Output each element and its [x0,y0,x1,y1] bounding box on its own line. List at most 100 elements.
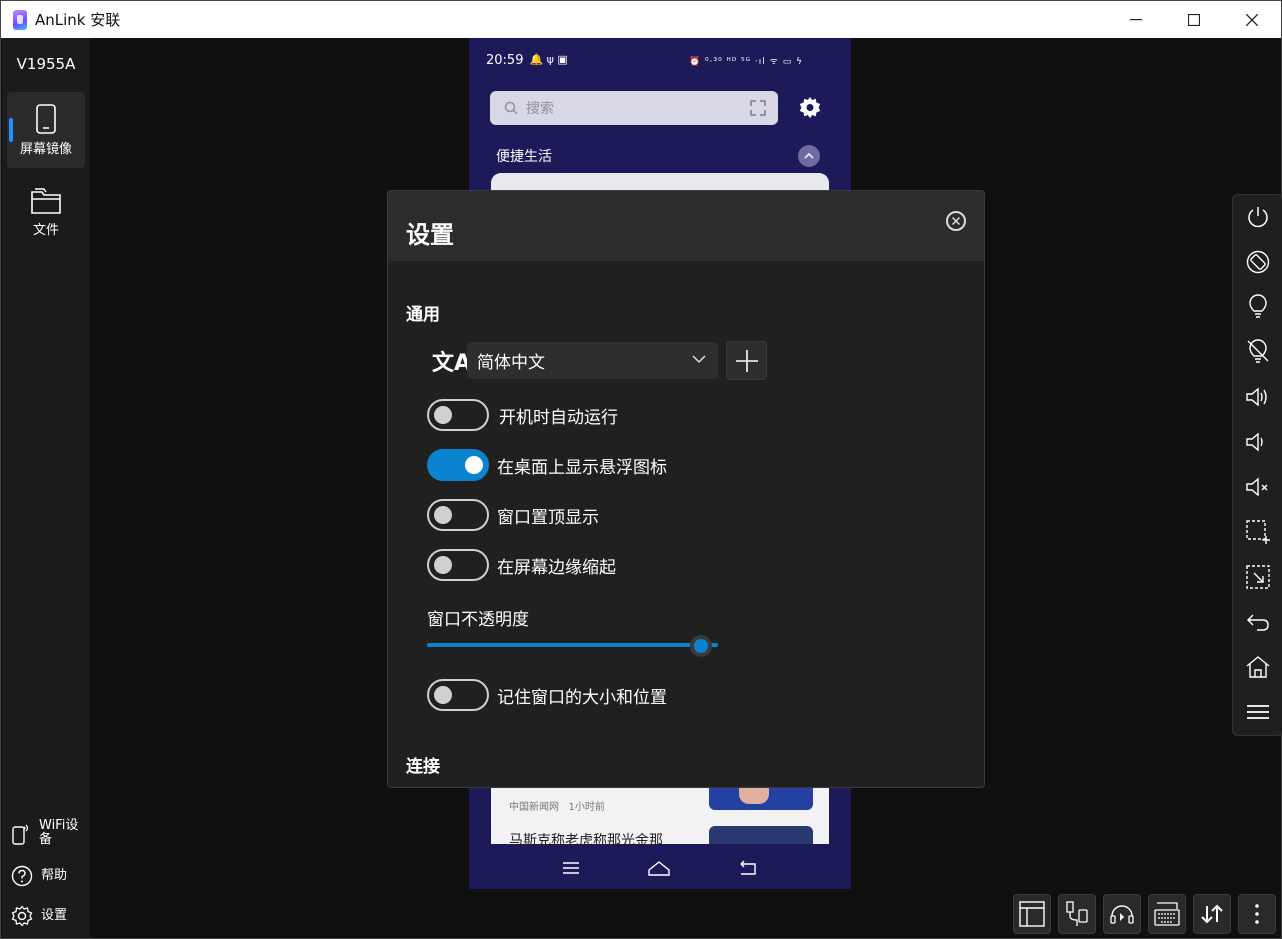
file-transfer-button[interactable] [1193,894,1231,934]
news-source: 中国新闻网 1小时前 [509,802,605,813]
gear-icon [11,905,33,927]
folder-icon [31,187,61,214]
opacity-label: 窗口不透明度 [427,610,529,630]
app-logo-icon [13,9,27,30]
close-window-button[interactable] [1223,1,1281,38]
phone-settings-icon[interactable] [798,96,822,126]
toggle-auto-start[interactable]: 开机时自动运行 [427,399,618,431]
gear-icon [799,97,821,118]
toggle-always-on-top[interactable]: 窗口置顶显示 [427,499,599,531]
chevron-up-icon [804,153,814,159]
toggle-switch[interactable] [427,549,489,581]
toggle-label: 窗口置顶显示 [497,507,599,528]
toggle-label: 记住窗口的大小和位置 [497,687,667,708]
region-screenshot-button[interactable] [1244,518,1272,546]
sidebar-item-label: 设置 [41,908,68,923]
wifi-device-icon [12,824,29,845]
menu-icon[interactable] [562,861,580,875]
volume-down-icon [1246,432,1263,452]
app-window: AnLink 安联 V1955A 屏幕镜像 文件 WiFi设备 帮助 设置 20… [0,0,1282,939]
toggle-edge-collapse[interactable]: 在屏幕边缘缩起 [427,549,616,581]
maximize-button[interactable] [1165,1,1223,38]
opacity-slider-thumb[interactable] [690,635,712,657]
region-screenshot-icon [1246,520,1270,544]
keyboard-icon [1154,902,1180,926]
toggle-floating-icon[interactable]: 在桌面上显示悬浮图标 [427,449,667,481]
screen-light-on-button[interactable] [1244,293,1272,321]
sidebar-item-label: 屏幕镜像 [19,141,72,157]
screenshot-button[interactable] [1244,563,1272,591]
rotate-button[interactable] [1244,248,1272,276]
minimize-icon [1130,18,1142,20]
light-on-icon [1249,294,1267,318]
back-button[interactable] [1244,608,1272,636]
device-name: V1955A [16,55,76,73]
home-button[interactable] [1244,653,1272,681]
toggle-switch[interactable] [427,449,489,481]
toggle-remember-window[interactable]: 记住窗口的大小和位置 [427,679,667,711]
layout-button[interactable] [1013,894,1051,934]
right-toolbar [1232,194,1282,736]
language-icon: 文A [432,351,472,376]
back-icon [1247,614,1269,631]
screen-light-off-button[interactable] [1244,338,1272,366]
toggle-label: 在屏幕边缘缩起 [497,557,616,578]
volume-up-icon [1246,387,1267,407]
power-button[interactable] [1244,203,1272,231]
toggle-switch[interactable] [427,679,489,711]
volume-up-button[interactable] [1244,383,1272,411]
audio-button[interactable] [1103,894,1141,934]
phone-nav-bar [469,846,851,889]
audio-icon [1110,905,1134,924]
section-general: 通用 [406,305,440,325]
toggle-label: 在桌面上显示悬浮图标 [497,457,667,478]
collapse-button[interactable] [798,145,820,167]
section-connection: 连接 [406,757,440,777]
search-placeholder: 搜索 [526,101,554,117]
sidebar-item-help[interactable]: 帮助 [11,865,67,887]
add-language-button[interactable] [726,341,767,380]
sidebar-item-settings[interactable]: 设置 [11,905,67,927]
power-icon [1248,207,1268,228]
phone-section-title: 便捷生活 [496,149,552,165]
toggle-switch[interactable] [427,399,489,431]
home-icon [1246,656,1270,678]
opacity-slider-track[interactable] [427,643,718,647]
dialog-header: 设置 [388,191,984,261]
maximize-icon [1188,13,1200,26]
sidebar-item-screen-mirror[interactable]: 屏幕镜像 [7,92,85,168]
help-icon [11,865,33,887]
home-icon[interactable] [647,860,671,876]
phone-news-card[interactable]: 中国新闻网 1小时前 马斯克称老虎称那光金那 [491,788,829,849]
settings-dialog: 设置 通用 文A 简体中文 开机时自动运行 在桌面上显示悬浮图标 窗口置顶显示 [387,190,985,788]
bottom-toolbar [1013,894,1282,938]
phone-status-bar: 20:59 🔔 ψ ▣ [486,53,568,68]
usb-icon [1066,901,1088,926]
sidebar-item-wifi-device[interactable]: WiFi设备 [11,819,79,847]
screenshot-icon [1246,565,1270,589]
minimize-button[interactable] [1107,1,1165,38]
menu-icon [1247,705,1269,719]
phone-search-bar[interactable]: 搜索 [490,91,778,125]
menu-button[interactable] [1244,698,1272,726]
mute-button[interactable] [1244,473,1272,501]
dialog-close-button[interactable] [946,211,966,231]
news-thumbnail [709,788,813,810]
language-select[interactable]: 简体中文 [467,342,718,379]
scan-icon[interactable] [750,100,766,116]
sidebar-item-label: WiFi设备 [39,818,79,847]
transfer-icon [1201,904,1223,924]
plus-icon [735,349,758,372]
close-icon [1246,13,1258,26]
usb-connection-button[interactable] [1058,894,1096,934]
more-icon [1255,904,1259,924]
keyboard-button[interactable] [1148,894,1186,934]
back-icon[interactable] [738,860,758,876]
more-button[interactable] [1238,894,1276,934]
phone-status-icons: ⏰ ⁰·³⁰ ᴴᴰ ⁵ᴳ ·ıl ᯤ ▭ ϟ [688,57,803,67]
sidebar-item-files[interactable]: 文件 [7,174,85,250]
toggle-switch[interactable] [427,499,489,531]
title-bar[interactable]: AnLink 安联 [1,1,1281,38]
search-icon [504,101,518,115]
volume-down-button[interactable] [1244,428,1272,456]
